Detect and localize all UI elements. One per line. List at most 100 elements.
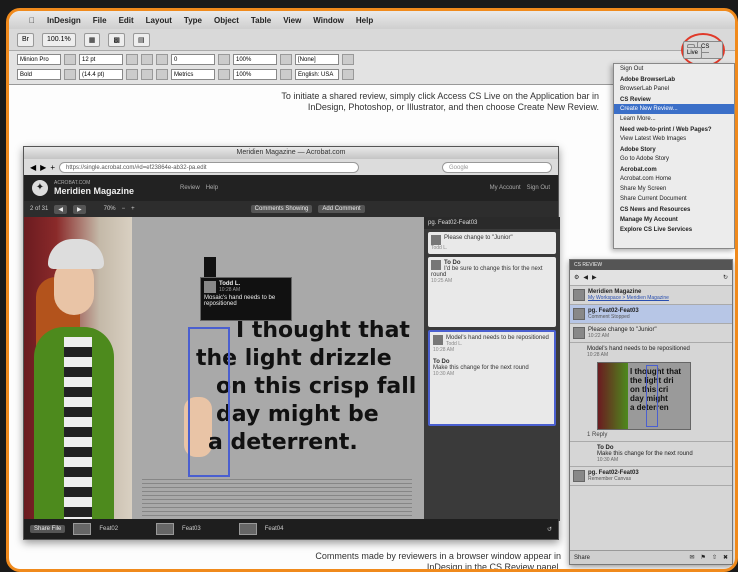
cs-live-menu-item[interactable]: Learn More...	[614, 114, 734, 124]
page-thumbnail[interactable]	[73, 523, 92, 535]
review-row[interactable]: Meridien Magazine My Workspace > Meridie…	[570, 286, 732, 305]
back-icon[interactable]: ◀	[30, 163, 36, 172]
menu-view[interactable]: View	[283, 16, 301, 25]
style-field[interactable]: [None]	[295, 54, 339, 65]
share-button[interactable]: Share	[574, 555, 590, 561]
menu-table[interactable]: Table	[251, 16, 271, 25]
fill-icon[interactable]	[280, 69, 292, 80]
size-stepper[interactable]	[64, 54, 76, 65]
replies-toggle[interactable]: 1 Reply	[573, 432, 729, 438]
cs-live-menu-item[interactable]: Acrobat.com Home	[614, 174, 734, 184]
skew-icon[interactable]	[218, 69, 230, 80]
language-field[interactable]: English: USA	[295, 69, 339, 80]
font-family-field[interactable]: Minion Pro	[17, 54, 61, 65]
indent-icon[interactable]	[156, 69, 168, 80]
menu-window[interactable]: Window	[313, 16, 344, 25]
menu-layout[interactable]: Layout	[146, 16, 172, 25]
align-center-icon[interactable]	[156, 54, 168, 65]
columns-icon[interactable]	[342, 54, 354, 65]
url-field[interactable]: https://single.acrobat.com/#d=ef23864e-a…	[58, 161, 359, 173]
align-left-icon[interactable]	[141, 54, 153, 65]
prev-page-button[interactable]: ◀	[54, 204, 67, 214]
comment-card[interactable]: Please change to "Junior" Todd L.	[428, 232, 556, 254]
cs-live-menu-item[interactable]: Go to Adobe Story	[614, 154, 734, 164]
cs-live-menu-item[interactable]: CS News and Resources	[614, 204, 734, 214]
nav-review[interactable]: Review	[180, 185, 200, 191]
cs-live-menu-item[interactable]: Acrobat.com	[614, 164, 734, 174]
apple-icon[interactable]: 	[29, 16, 35, 25]
page-thumbnail[interactable]	[156, 523, 175, 535]
cs-live-menu-item[interactable]: Manage My Account	[614, 214, 734, 224]
comment-card-selected[interactable]: Model's hand needs to be repositioned To…	[428, 330, 556, 426]
vscale-field[interactable]: 100%	[233, 69, 277, 80]
comments-filter[interactable]: Comments Showing	[250, 205, 313, 213]
forward-icon[interactable]: ▶	[592, 274, 597, 281]
page-row[interactable]: pg. Feat02-Feat03 Remember Canvas	[570, 467, 732, 486]
arrange-icon[interactable]: ▤	[133, 32, 150, 47]
baseline-icon[interactable]	[218, 54, 230, 65]
cs-live-menu-item[interactable]: Share My Screen	[614, 184, 734, 194]
comment-row[interactable]: Please change to "Junior" 10:22 AM	[570, 324, 732, 343]
next-page-button[interactable]: ▶	[72, 204, 86, 214]
menu-file[interactable]: File	[93, 16, 107, 25]
cs-live-menu-item[interactable]: Share Current Document	[614, 194, 734, 204]
grid-icon[interactable]	[342, 69, 354, 80]
comment-card[interactable]: To Do I'd be sure to change this for the…	[428, 257, 556, 327]
zoom-level[interactable]: 100.1%	[42, 32, 76, 47]
share-file-button[interactable]: Share File	[30, 525, 66, 533]
leading-stepper[interactable]	[126, 54, 138, 65]
zoom-in-icon[interactable]: +	[131, 206, 135, 212]
cs-live-menu-item[interactable]: BrowserLab Panel	[614, 84, 734, 94]
scale-field[interactable]: 100%	[233, 54, 277, 65]
add-comment-button[interactable]: Add Comment	[318, 205, 365, 213]
sign-out-link[interactable]: Sign Out	[527, 185, 550, 191]
comment-icon[interactable]: ✉	[690, 554, 695, 561]
review-breadcrumb[interactable]: My Workspace > Meridien Magazine	[573, 295, 729, 301]
resize-icon[interactable]: ↺	[547, 526, 552, 533]
stroke-icon[interactable]	[280, 54, 292, 65]
my-account-link[interactable]: My Account	[490, 185, 521, 191]
add-tab-icon[interactable]: +	[50, 163, 55, 172]
cs-live-menu-item[interactable]: Adobe BrowserLab	[614, 74, 734, 84]
font-size-field[interactable]: 12 pt	[79, 54, 123, 65]
cs-live-menu-item[interactable]: Sign Out	[614, 64, 734, 74]
refresh-icon[interactable]: ↻	[723, 274, 728, 281]
page-thumbnail[interactable]	[238, 523, 257, 535]
cs-live-menu-item[interactable]: Create New Review...	[614, 104, 734, 114]
upload-icon[interactable]: ⇧	[712, 554, 717, 561]
forward-icon[interactable]: ▶	[40, 163, 46, 172]
cs-live-menu-item[interactable]: Explore CS Live Services	[614, 224, 734, 234]
cs-live-menu-item[interactable]: Adobe Story	[614, 144, 734, 154]
kerning-field[interactable]: Metrics	[171, 69, 215, 80]
menu-object[interactable]: Object	[214, 16, 239, 25]
comment-selection-box[interactable]	[188, 327, 230, 477]
cs-live-button[interactable]: CS Live	[683, 40, 723, 60]
caps-icon[interactable]	[64, 69, 76, 80]
search-field[interactable]: Google	[442, 161, 552, 173]
leading-field[interactable]: (14.4 pt)	[79, 69, 123, 80]
menu-edit[interactable]: Edit	[119, 16, 134, 25]
font-style-field[interactable]: Bold	[17, 69, 61, 80]
back-icon[interactable]: ◀	[583, 274, 588, 281]
tracking-field[interactable]: 0	[171, 54, 215, 65]
bridge-icon[interactable]: Br	[17, 32, 34, 47]
nav-help[interactable]: Help	[206, 185, 218, 191]
zoom-out-icon[interactable]: −	[122, 206, 126, 212]
justify-icon[interactable]	[141, 69, 153, 80]
cs-live-menu-item[interactable]: View Latest Web Images	[614, 134, 734, 144]
screen-mode-icon[interactable]: ▩	[108, 32, 125, 47]
gear-icon[interactable]: ⚙	[574, 274, 579, 281]
todo-row[interactable]: To Do Make this change for the next roun…	[570, 442, 732, 467]
comment-popup[interactable]: Todd L. 10:28 AM Mosaic's hand needs to …	[200, 277, 292, 321]
page-row[interactable]: pg. Feat02-Feat03 Comment Stopped	[570, 305, 732, 324]
viewer-zoom[interactable]: 70%	[104, 206, 116, 212]
cs-live-menu-item[interactable]: CS Review	[614, 94, 734, 104]
kerning-stepper[interactable]	[126, 69, 138, 80]
view-options-icon[interactable]: ▦	[83, 32, 101, 47]
menu-indesign[interactable]: InDesign	[47, 16, 81, 25]
pin-icon[interactable]: ⚑	[701, 554, 706, 561]
menu-help[interactable]: Help	[356, 16, 373, 25]
cs-live-menu-item[interactable]: Need web-to-print / Web Pages?	[614, 124, 734, 134]
trash-icon[interactable]: ✖	[723, 554, 728, 561]
menu-type[interactable]: Type	[184, 16, 202, 25]
